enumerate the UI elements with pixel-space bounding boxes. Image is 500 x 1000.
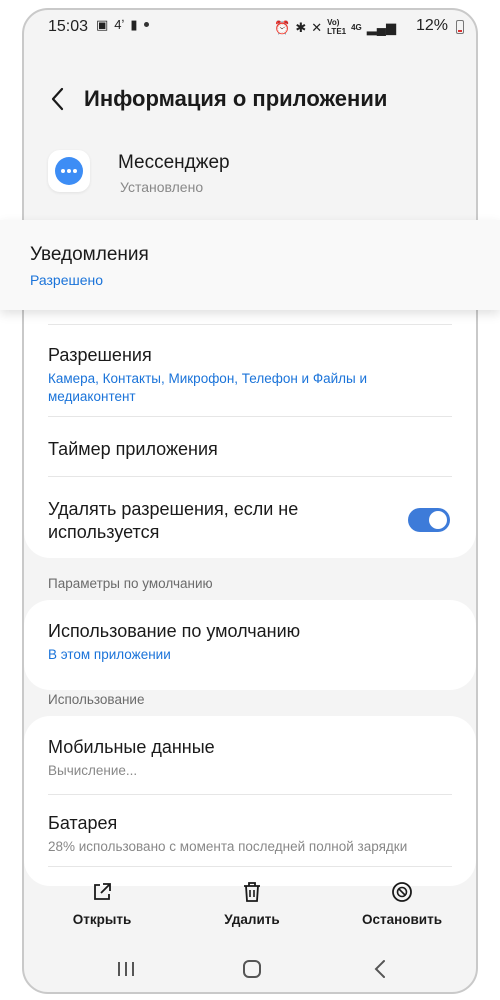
- gallery-icon: ▣: [96, 17, 109, 32]
- stop-icon: [392, 882, 412, 902]
- default-usage-title: Использование по умолчанию: [48, 621, 301, 641]
- battery-title: Батарея: [48, 813, 118, 833]
- battery-icon: [456, 20, 464, 34]
- messenger-app-icon: [48, 150, 90, 192]
- status-bar: 15:03 ▣ 4ʼ ▮ ⏰ ✱ ✕ Vo) LTE1 4G ▂▄▆ 12%: [24, 10, 476, 44]
- system-nav-bar: [24, 950, 476, 990]
- alert-icon: ▮: [130, 17, 138, 32]
- app-timer-title: Таймер приложения: [48, 439, 218, 459]
- open-label: Открыть: [72, 912, 132, 927]
- recent-apps-button[interactable]: [106, 956, 146, 982]
- back-nav-icon: [374, 960, 385, 978]
- app-install-status: Установлено: [120, 179, 204, 195]
- permissions-item[interactable]: Разрешения Камера, Контакты, Микрофон, Т…: [48, 344, 452, 406]
- trash-icon: [244, 882, 260, 902]
- open-external-icon: [94, 883, 111, 900]
- delete-label: Удалить: [224, 912, 280, 927]
- divider: [48, 794, 452, 795]
- usage-section-label: Использование: [48, 692, 145, 707]
- default-usage-item[interactable]: Использование по умолчанию В этом прилож…: [48, 620, 452, 664]
- phone-screen: 15:03 ▣ 4ʼ ▮ ⏰ ✱ ✕ Vo) LTE1 4G ▂▄▆ 12% И…: [22, 8, 478, 994]
- delete-button[interactable]: Удалить: [192, 880, 312, 927]
- home-button[interactable]: [232, 956, 272, 982]
- notifications-value: Разрешено: [30, 272, 104, 288]
- app-info: Мессенджер Установлено: [48, 150, 448, 210]
- alarm-icon: ⏰: [274, 19, 291, 35]
- network-gen-label: 4G: [351, 22, 362, 32]
- chat-bubble-icon: [55, 157, 83, 185]
- remove-permissions-title: Удалять разрешения, если не используется: [48, 499, 299, 542]
- defaults-card: Использование по умолчанию В этом прилож…: [24, 600, 476, 690]
- status-right-icons: ⏰ ✱ ✕ Vo) LTE1 4G ▂▄▆: [274, 18, 396, 36]
- app-bar: Информация о приложении: [24, 80, 476, 120]
- app-timer-item[interactable]: Таймер приложения: [48, 438, 452, 461]
- remove-permissions-item[interactable]: Удалять разрешения, если не используется: [48, 498, 386, 544]
- stop-label: Остановить: [361, 912, 443, 927]
- defaults-section-label: Параметры по умолчанию: [48, 576, 213, 591]
- bottom-action-bar: Открыть Удалить Остановить: [24, 880, 476, 940]
- app-name: Мессенджер: [118, 152, 230, 173]
- open-button[interactable]: Открыть: [42, 880, 162, 927]
- back-nav-button[interactable]: [360, 956, 400, 982]
- divider: [48, 866, 452, 867]
- more-notifications-dot-icon: [143, 22, 149, 27]
- divider: [48, 324, 452, 325]
- toggle-knob: [429, 511, 447, 529]
- stop-button[interactable]: Остановить: [342, 880, 462, 927]
- status-time: 15:03: [48, 18, 89, 35]
- bluetooth-icon: ✱: [295, 19, 307, 35]
- battery-item[interactable]: Батарея 28% использовано с момента после…: [48, 812, 452, 856]
- chevron-left-icon: [51, 87, 64, 111]
- default-usage-value: В этом приложении: [48, 647, 171, 662]
- usage-card: Мобильные данные Вычисление... Батарея 2…: [24, 716, 476, 886]
- status-left-icons: ▣ 4ʼ ▮: [96, 18, 149, 31]
- permissions-value: Камера, Контакты, Микрофон, Телефон и Фа…: [48, 371, 368, 404]
- signal-icon: ▂▄▆: [366, 19, 396, 35]
- permissions-title: Разрешения: [48, 345, 152, 365]
- back-button[interactable]: [46, 84, 70, 114]
- number-four-icon: 4ʼ: [114, 17, 125, 32]
- notifications-title: Уведомления: [30, 244, 149, 265]
- mobile-data-item[interactable]: Мобильные данные Вычисление...: [48, 736, 452, 780]
- remove-permissions-toggle[interactable]: [408, 508, 450, 532]
- volte-label: Vo) LTE1: [327, 18, 347, 36]
- battery-value: 28% использовано с момента последней пол…: [48, 839, 408, 854]
- notifications-item[interactable]: Уведомления Разрешено: [0, 220, 500, 310]
- mute-icon: ✕: [311, 19, 323, 35]
- divider: [48, 416, 452, 417]
- recent-apps-icon: [118, 962, 134, 976]
- mobile-data-title: Мобильные данные: [48, 737, 215, 757]
- divider: [48, 476, 452, 477]
- page-title: Информация о приложении: [84, 86, 388, 111]
- battery-percent: 12%: [415, 17, 448, 34]
- home-icon: [243, 960, 261, 978]
- mobile-data-value: Вычисление...: [48, 763, 138, 778]
